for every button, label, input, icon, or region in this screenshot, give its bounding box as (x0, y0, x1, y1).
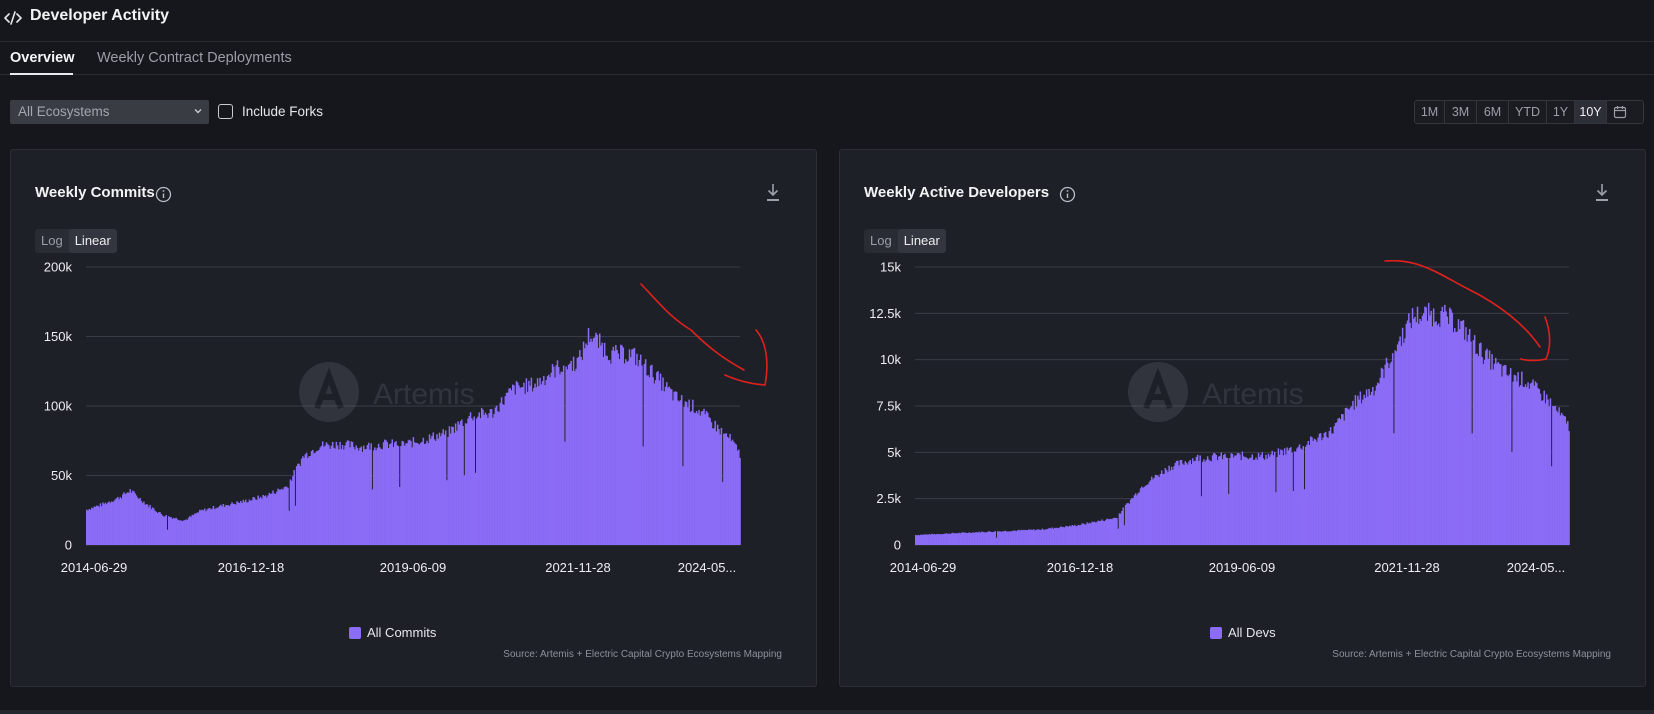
source-note: Source: Artemis + Electric Capital Crypt… (1332, 649, 1611, 660)
range-1m-button[interactable]: 1M (1415, 101, 1445, 123)
calendar-icon (1613, 106, 1627, 119)
y-tick-label: 7.5k (876, 399, 901, 414)
scale-toggle: Log Linear (35, 229, 117, 253)
linear-scale-button[interactable]: Linear (68, 229, 117, 253)
info-icon[interactable] (155, 186, 172, 203)
x-tick-label: 2019-06-09 (380, 560, 447, 575)
x-tick-label: 2016-12-18 (218, 560, 285, 575)
legend-label: All Devs (1228, 625, 1276, 640)
y-tick-label: 12.5k (869, 306, 901, 321)
x-tick-label: 2024-05... (1507, 560, 1566, 575)
bar-series (86, 328, 741, 545)
bar (1568, 431, 1570, 545)
download-icon[interactable] (764, 182, 782, 204)
y-tick-label: 0 (65, 538, 72, 553)
page-title: Developer Activity (30, 7, 170, 24)
range-3m-button[interactable]: 3M (1445, 101, 1477, 123)
panel-title: Weekly Commits (35, 184, 155, 201)
legend-swatch (1210, 626, 1222, 639)
range-6m-button[interactable]: 6M (1477, 101, 1509, 123)
weekly-commits-chart: 0 50k 100k 150k 200k Artemis 2014-06-29 2016-12… (44, 260, 768, 575)
tab-overview[interactable]: Overview (10, 50, 75, 66)
download-icon[interactable] (1593, 182, 1611, 204)
x-tick-label: 2021-11-28 (545, 560, 611, 575)
weekly-active-developers-chart: 0 2.5k 5k 7.5k 10k 12.5k 15k Artemis 2014-06-29 2… (869, 260, 1570, 575)
y-tick-label: 10k (880, 352, 901, 367)
y-tick-label: 200k (44, 260, 73, 275)
annotation-stroke (724, 329, 768, 386)
range-1y-button[interactable]: 1Y (1547, 101, 1575, 123)
include-forks-checkbox[interactable] (218, 104, 233, 119)
panel-title: Weekly Active Developers (864, 184, 1050, 201)
legend-swatch (349, 626, 361, 639)
tab-bar: Overview Weekly Contract Deployments (0, 42, 1654, 75)
time-range-selector: 1M 3M 6M YTD 1Y 10Y (1414, 100, 1644, 124)
y-tick-label: 2.5k (876, 491, 901, 506)
svg-text:Artemis: Artemis (1202, 378, 1304, 411)
tab-weekly-contract-deployments[interactable]: Weekly Contract Deployments (97, 50, 292, 66)
artemis-watermark: Artemis (1128, 362, 1304, 422)
linear-scale-button[interactable]: Linear (897, 229, 946, 253)
active-tab-indicator (10, 73, 73, 75)
artemis-watermark: Artemis (299, 362, 475, 422)
legend-label: All Commits (367, 625, 437, 640)
ecosystem-select[interactable]: All Ecosystems (10, 100, 209, 124)
annotation-stroke (640, 283, 745, 371)
source-note: Source: Artemis + Electric Capital Crypt… (503, 649, 782, 660)
bottom-border (0, 710, 1654, 714)
code-icon (4, 11, 22, 25)
scale-toggle: Log Linear (864, 229, 946, 253)
y-tick-label: 5k (887, 445, 901, 460)
chart-legend[interactable]: All Devs (1210, 625, 1276, 640)
annotation-stroke (1520, 316, 1551, 362)
ecosystem-select-value: All Ecosystems (18, 104, 110, 119)
log-scale-button[interactable]: Log (35, 229, 69, 253)
weekly-commits-panel: Weekly Commits Log Linear 0 50k 100k 150k 20… (10, 149, 817, 687)
x-tick-label: 2014-06-29 (890, 560, 957, 575)
info-icon[interactable] (1059, 186, 1076, 203)
chart-legend[interactable]: All Commits (349, 625, 436, 640)
svg-text:Artemis: Artemis (373, 378, 475, 411)
x-tick-label: 2016-12-18 (1047, 560, 1114, 575)
x-tick-label: 2024-05... (678, 560, 737, 575)
chevron-down-icon (194, 109, 202, 114)
log-scale-button[interactable]: Log (864, 229, 898, 253)
y-tick-label: 150k (44, 329, 73, 344)
bar-series (915, 302, 1570, 545)
range-10y-button[interactable]: 10Y (1575, 101, 1607, 123)
y-tick-label: 0 (894, 538, 901, 553)
x-tick-label: 2021-11-28 (1374, 560, 1440, 575)
include-forks-label: Include Forks (242, 104, 324, 119)
bar (739, 457, 741, 545)
weekly-active-developers-panel: Weekly Active Developers Log Linear 0 2.5… (839, 149, 1646, 687)
y-tick-label: 50k (51, 468, 72, 483)
y-tick-label: 100k (44, 399, 73, 414)
x-tick-label: 2014-06-29 (61, 560, 128, 575)
calendar-button[interactable] (1607, 101, 1633, 123)
y-tick-label: 15k (880, 260, 901, 275)
range-ytd-button[interactable]: YTD (1509, 101, 1547, 123)
x-tick-label: 2019-06-09 (1209, 560, 1276, 575)
app-header: Developer Activity (0, 0, 1654, 42)
